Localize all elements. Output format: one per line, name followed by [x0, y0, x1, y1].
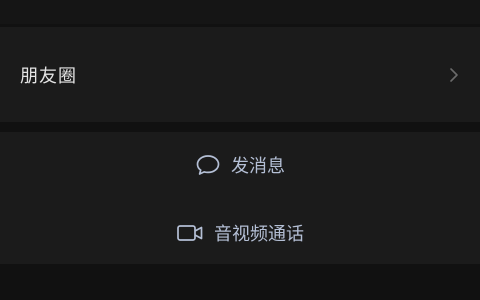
- send-message-label: 发消息: [231, 156, 285, 177]
- chat-bubble-icon: [195, 153, 221, 177]
- contact-detail-screen: 朋友圈 发消息 音视频通话: [0, 0, 480, 300]
- video-call-label: 音视频通话: [214, 224, 304, 245]
- moments-label: 朋友圈: [20, 65, 77, 87]
- chevron-right-icon: [448, 66, 460, 84]
- send-message-button[interactable]: 发消息: [0, 148, 480, 182]
- moments-row[interactable]: 朋友圈: [0, 27, 480, 122]
- video-call-button[interactable]: 音视频通话: [0, 216, 480, 250]
- top-panel-strip: [0, 0, 480, 24]
- bottom-area: [0, 266, 480, 300]
- video-camera-icon: [176, 223, 204, 243]
